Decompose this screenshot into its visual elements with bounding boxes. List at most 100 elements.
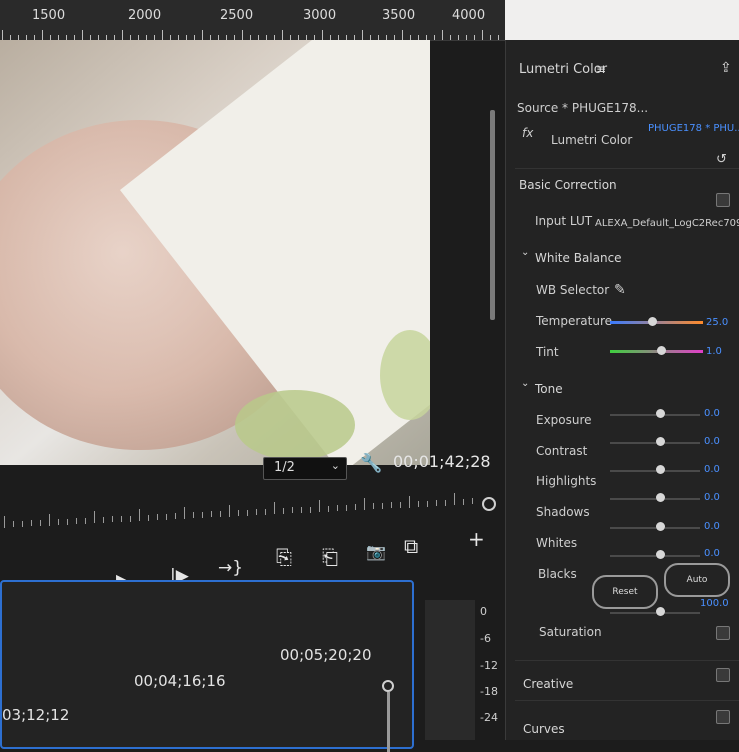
blacks-knob[interactable] (655, 550, 665, 559)
scrubber-tick (31, 520, 32, 527)
scrubber-tick (427, 500, 428, 507)
exposure-slider[interactable] (610, 414, 700, 416)
ruler-tick (162, 30, 163, 40)
scrubber-tick (67, 518, 68, 525)
temperature-knob[interactable] (647, 317, 657, 326)
ruler-tick (458, 35, 459, 40)
highlights-slider[interactable] (610, 470, 700, 472)
program-monitor-video[interactable] (0, 40, 430, 465)
creative-header[interactable]: Creative (523, 677, 573, 691)
tone-checkbox[interactable] (716, 626, 730, 640)
temperature-value[interactable]: 25.0 (706, 317, 728, 328)
saturation-value[interactable]: 100.0 (700, 598, 729, 609)
playhead-timecode[interactable]: 00;01;42;28 (393, 452, 491, 471)
zoom-level-select[interactable]: 1/2 ⌄ (263, 457, 347, 480)
wb-selector-label: WB Selector (536, 283, 610, 297)
section-divider (515, 700, 739, 701)
wrench-icon[interactable]: 🔧 (360, 453, 382, 474)
window-titlebar (505, 0, 739, 40)
playhead-handle[interactable] (482, 497, 496, 511)
audio-meter-label: -6 (480, 632, 491, 645)
highlights-knob[interactable] (655, 465, 665, 474)
scrubber-tick (283, 507, 284, 514)
exposure-label: Exposure (536, 413, 592, 427)
shadows-label: Shadows (536, 505, 590, 519)
white-balance-header[interactable]: White Balance (535, 251, 622, 265)
ruler-label: 1500 (32, 8, 66, 23)
insert-button[interactable]: ⎘ (276, 545, 292, 569)
basic-correction-checkbox[interactable] (716, 193, 730, 207)
blacks-value[interactable]: 0.0 (704, 548, 720, 559)
basic-correction-header[interactable]: Basic Correction (519, 178, 617, 192)
creative-checkbox[interactable] (716, 668, 730, 682)
scrubber-tick (121, 515, 122, 522)
scrubber-tick (22, 520, 23, 527)
scrubber-tick (247, 509, 248, 516)
reset-button[interactable]: Reset (592, 575, 658, 609)
share-icon[interactable]: ⇪ (720, 60, 732, 76)
tint-value[interactable]: 1.0 (706, 346, 722, 357)
saturation-knob[interactable] (655, 607, 665, 616)
shadows-slider[interactable] (610, 498, 700, 500)
scrubber-tick (211, 511, 212, 518)
section-divider (515, 660, 739, 661)
timeline-panel[interactable]: 03;12;12 00;04;16;16 00;05;20;20 (0, 580, 414, 752)
ruler-label: 3500 (382, 8, 416, 23)
whites-slider[interactable] (610, 527, 700, 529)
source-clip[interactable]: PHUGE178 * PHU... (648, 123, 739, 134)
panel-title[interactable]: Lumetri Color (519, 62, 607, 77)
auto-button-label: Auto (686, 575, 708, 585)
ruler-label: 2500 (220, 8, 254, 23)
ruler-tick (362, 30, 363, 40)
ruler-tick (242, 30, 243, 40)
whites-knob[interactable] (655, 522, 665, 531)
scrubber-tick (445, 499, 446, 506)
shadows-value[interactable]: 0.0 (704, 492, 720, 503)
contrast-knob[interactable] (655, 437, 665, 446)
input-lut-select[interactable]: ALEXA_Default_LogC2Rec709 (595, 218, 739, 229)
scrubber-tick (391, 502, 392, 509)
scrubber-tick (220, 511, 221, 517)
ruler-tick (490, 35, 491, 40)
go-to-out-button[interactable]: →} (218, 558, 243, 578)
ruler-tick (2, 30, 3, 40)
tone-header[interactable]: Tone (535, 382, 563, 396)
scrubber-tick (58, 519, 59, 526)
timeline-timecode: 00;04;16;16 (134, 672, 226, 690)
exposure-value[interactable]: 0.0 (704, 408, 720, 419)
source-label[interactable]: Source * PHUGE178... (517, 101, 648, 115)
timeline-playhead[interactable] (382, 680, 394, 692)
curves-header[interactable]: Curves (523, 722, 565, 736)
shadows-knob[interactable] (655, 493, 665, 502)
audio-meter-label: -12 (480, 659, 498, 672)
reset-effect-icon[interactable]: ↺ (716, 152, 727, 167)
blacks-slider[interactable] (610, 555, 700, 557)
whites-value[interactable]: 0.0 (704, 521, 720, 532)
panel-menu-icon[interactable]: ≡ (596, 62, 606, 76)
curves-checkbox[interactable] (716, 710, 730, 724)
contrast-value[interactable]: 0.0 (704, 436, 720, 447)
chevron-down-icon[interactable]: ⌄ (521, 378, 529, 389)
fx-label[interactable]: Lumetri Color (551, 133, 632, 147)
ruler-tick (442, 30, 443, 40)
auto-button[interactable]: Auto (664, 563, 730, 597)
highlights-value[interactable]: 0.0 (704, 464, 720, 475)
tint-label: Tint (536, 345, 559, 359)
monitor-scrollbar[interactable] (490, 110, 495, 320)
contrast-slider[interactable] (610, 442, 700, 444)
overwrite-button[interactable]: ⎗ (322, 545, 338, 569)
exposure-knob[interactable] (655, 409, 665, 418)
compare-button[interactable]: ⧉ (404, 534, 418, 558)
eyedropper-icon[interactable]: ✎ (614, 282, 626, 298)
scrubber-tick (103, 516, 104, 523)
saturation-slider[interactable] (610, 612, 700, 614)
program-scrubber[interactable] (0, 488, 495, 538)
scrubber-tick (49, 513, 50, 526)
camera-icon[interactable]: 📷 (366, 542, 386, 561)
scrubber-tick (418, 501, 419, 508)
ruler-label: 4000 (452, 8, 486, 23)
chevron-down-icon[interactable]: ⌄ (521, 247, 529, 258)
ruler-tick (122, 30, 123, 40)
scrubber-tick (328, 505, 329, 512)
plus-icon[interactable]: + (468, 527, 485, 551)
